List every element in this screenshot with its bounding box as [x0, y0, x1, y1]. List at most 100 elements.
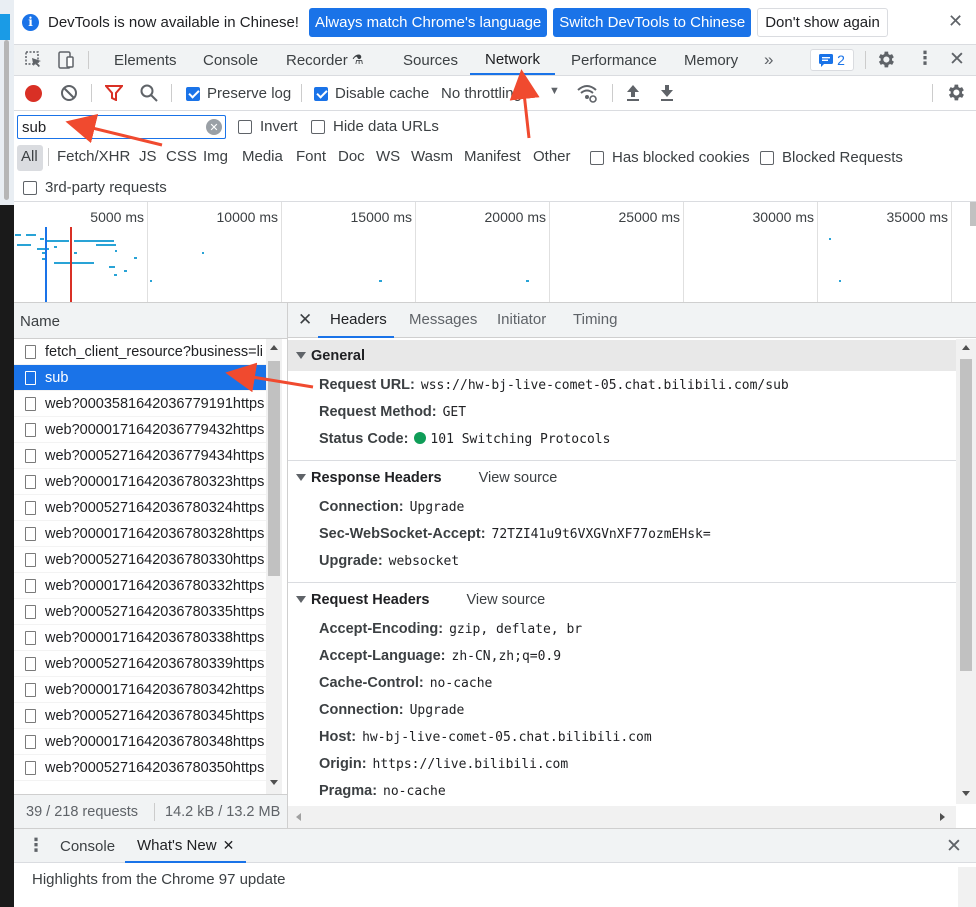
type-img[interactable]: Img: [203, 148, 228, 165]
request-row[interactable]: web?000358164203677919​1https: [14, 391, 266, 417]
preserve-log-check[interactable]: [186, 86, 200, 101]
close-whats-new-icon[interactable]: ✕: [223, 837, 235, 854]
preserve-log-checkbox[interactable]: Preserve log: [186, 85, 291, 102]
file-icon: [25, 630, 36, 645]
tab-initiator[interactable]: Initiator: [497, 311, 546, 328]
settings-gear-icon[interactable]: [875, 49, 896, 73]
disable-cache-check[interactable]: [314, 86, 328, 101]
request-row[interactable]: web?000527164203678032​4https: [14, 495, 266, 521]
issues-counter-button[interactable]: 2: [810, 49, 854, 71]
search-icon[interactable]: [140, 84, 158, 105]
tab-elements[interactable]: Elements: [114, 45, 177, 75]
issues-count: 2: [837, 52, 845, 68]
more-tabs-chevron-icon[interactable]: »: [764, 45, 773, 75]
type-all[interactable]: All: [21, 148, 38, 165]
tab-network[interactable]: Network: [470, 45, 556, 75]
main-tab-bar: Elements Console Recorder ⚗ Sources Netwo…: [14, 45, 976, 76]
throttling-dropdown-icon[interactable]: ▼: [549, 85, 560, 97]
name-column-header[interactable]: Name: [20, 313, 60, 330]
blocked-requests-check[interactable]: [760, 150, 774, 165]
filter-funnel-icon[interactable]: [103, 85, 125, 104]
request-row[interactable]: web?000017164203678032​3https: [14, 469, 266, 495]
infobar-close-icon[interactable]: ✕: [948, 11, 963, 32]
request-row[interactable]: web?000017164203678033​8https: [14, 625, 266, 651]
type-media[interactable]: Media: [242, 148, 283, 165]
always-match-language-button[interactable]: Always match Chrome's language: [308, 7, 548, 37]
type-font[interactable]: Font: [296, 148, 326, 165]
type-fetch-xhr[interactable]: Fetch/XHR: [57, 148, 130, 165]
switch-to-chinese-button[interactable]: Switch DevTools to Chinese: [553, 7, 752, 37]
details-horizontal-scrollbar[interactable]: [288, 806, 956, 828]
request-row[interactable]: web?000017164203678033​2https: [14, 573, 266, 599]
export-har-icon[interactable]: [659, 84, 675, 105]
close-details-icon[interactable]: ✕: [298, 310, 312, 330]
import-har-icon[interactable]: [625, 84, 641, 105]
tab-console[interactable]: Console: [203, 45, 258, 75]
tab-timing[interactable]: Timing: [573, 311, 617, 328]
request-row[interactable]: web?000527164203678035​0https: [14, 755, 266, 781]
request-row[interactable]: web?000527164203678034​5https: [14, 703, 266, 729]
request-row[interactable]: web?000017164203678032​8https: [14, 521, 266, 547]
dont-show-again-button[interactable]: Don't show again: [757, 7, 888, 37]
status-code-value: 101 Switching Protocols: [430, 432, 611, 447]
drawer-tab-console[interactable]: Console: [60, 838, 115, 855]
close-drawer-icon[interactable]: ✕: [946, 835, 962, 858]
inspect-element-icon[interactable]: [24, 50, 44, 73]
type-js[interactable]: JS: [139, 148, 157, 165]
request-row[interactable]: web?000017164203677943​2https: [14, 417, 266, 443]
has-blocked-cookies-check[interactable]: [590, 150, 604, 165]
close-devtools-icon[interactable]: ✕: [949, 48, 965, 71]
invert-check[interactable]: [238, 119, 252, 134]
request-row[interactable]: fetch_client_resource?business=li: [14, 339, 266, 365]
device-toolbar-icon[interactable]: [56, 50, 76, 73]
tab-messages[interactable]: Messages: [409, 311, 477, 328]
type-manifest[interactable]: Manifest: [464, 148, 521, 165]
blocked-requests-checkbox[interactable]: Blocked Requests: [760, 149, 903, 166]
response-view-source-link[interactable]: View source: [479, 470, 558, 486]
tab-sources[interactable]: Sources: [403, 45, 458, 75]
clear-filter-icon[interactable]: ✕: [206, 119, 222, 135]
network-overview-timeline[interactable]: 5000 ms 10000 ms 15000 ms 20000 ms 25000…: [14, 202, 976, 303]
response-headers-section-header[interactable]: Response Headers View source: [288, 462, 956, 493]
general-section-header[interactable]: General: [288, 340, 956, 371]
request-row[interactable]: web?000017164203678034​2https: [14, 677, 266, 703]
request-row[interactable]: web?000527164203677943​4https: [14, 443, 266, 469]
details-scrollbar[interactable]: [956, 339, 976, 804]
type-ws[interactable]: WS: [376, 148, 400, 165]
drawer-tab-whats-new[interactable]: What's New ✕: [125, 829, 247, 863]
request-row[interactable]: web?000527164203678033​5https: [14, 599, 266, 625]
third-party-checkbox[interactable]: 3rd-party requests: [23, 179, 167, 196]
more-options-icon[interactable]: ⋮: [916, 48, 934, 69]
throttling-select[interactable]: No throttling: [441, 85, 541, 102]
header-key: Connection:: [319, 702, 404, 718]
header-row: Connection: Upgrade: [319, 499, 464, 515]
type-other[interactable]: Other: [533, 148, 571, 165]
disable-cache-checkbox[interactable]: Disable cache: [314, 85, 429, 102]
request-row[interactable]: web?000017164203678034​8https: [14, 729, 266, 755]
clear-icon[interactable]: [60, 84, 78, 105]
network-settings-gear-icon[interactable]: [945, 82, 966, 106]
filter-input[interactable]: sub ✕: [17, 115, 226, 139]
hide-data-urls-checkbox[interactable]: Hide data URLs: [311, 118, 439, 135]
tab-memory[interactable]: Memory: [684, 45, 738, 75]
record-icon[interactable]: [25, 85, 42, 102]
request-row[interactable]: sub: [14, 365, 266, 391]
third-party-check[interactable]: [23, 180, 37, 195]
drawer-menu-icon[interactable]: ⋮: [27, 835, 45, 856]
tab-performance[interactable]: Performance: [571, 45, 657, 75]
request-view-source-link[interactable]: View source: [466, 592, 545, 608]
has-blocked-cookies-checkbox[interactable]: Has blocked cookies: [590, 149, 750, 166]
type-doc[interactable]: Doc: [338, 148, 365, 165]
request-headers-section-header[interactable]: Request Headers View source: [288, 584, 956, 615]
request-row[interactable]: web?000527164203678033​0https: [14, 547, 266, 573]
network-conditions-wifi-icon[interactable]: [576, 83, 598, 106]
request-row[interactable]: web?000527164203678033​9https: [14, 651, 266, 677]
invert-checkbox[interactable]: Invert: [238, 118, 298, 135]
header-key: Origin:: [319, 756, 367, 772]
type-css[interactable]: CSS: [166, 148, 197, 165]
request-list-scrollbar[interactable]: [266, 339, 282, 794]
hide-data-urls-check[interactable]: [311, 119, 325, 134]
tab-recorder[interactable]: Recorder ⚗: [286, 45, 363, 75]
type-wasm[interactable]: Wasm: [411, 148, 453, 165]
tab-headers[interactable]: Headers: [330, 311, 387, 328]
